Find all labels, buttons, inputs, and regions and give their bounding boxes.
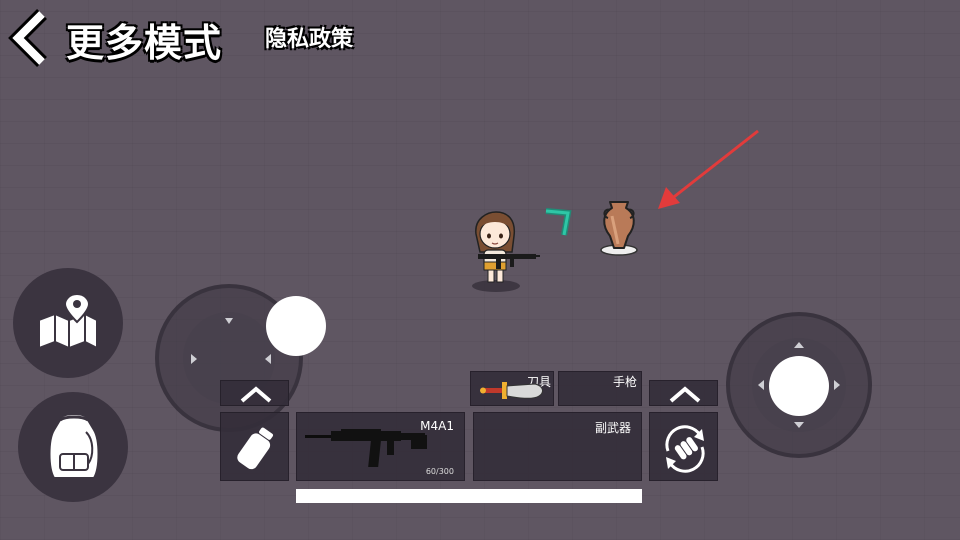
- map-icon: [38, 292, 98, 350]
- player-character: [472, 211, 540, 292]
- expand-items-button[interactable]: [220, 380, 289, 406]
- red-arrow-icon: [658, 129, 759, 209]
- backpack-button[interactable]: [18, 392, 128, 502]
- aim-joystick-knob[interactable]: [769, 356, 829, 416]
- page-title: 更多模式: [66, 21, 223, 65]
- reload-swap-icon: [665, 425, 705, 473]
- reload-swap-button[interactable]: [649, 412, 718, 481]
- secondary-weapon-label: 副武器: [594, 421, 631, 435]
- primary-weapon-ammo: 60/300: [425, 467, 454, 476]
- backpack-icon: [48, 413, 100, 479]
- health-bar-fill: [296, 489, 642, 503]
- vase-icon[interactable]: [596, 196, 642, 258]
- expand-actions-button[interactable]: [649, 380, 718, 406]
- waypoint-chevron-icon: [545, 208, 572, 236]
- knife-icon: [480, 382, 543, 399]
- privacy-policy-link[interactable]: 隐私政策: [265, 21, 353, 53]
- pistol-slot[interactable]: 手枪: [558, 371, 642, 406]
- health-bar: [296, 489, 642, 503]
- pistol-label: 手枪: [612, 375, 637, 389]
- consumable-slot[interactable]: [220, 412, 289, 481]
- back-chevron-icon: [8, 9, 47, 67]
- secondary-weapon-slot[interactable]: 副武器: [473, 412, 642, 481]
- melee-slot[interactable]: 刀具: [470, 371, 554, 406]
- bottle-icon: [237, 427, 273, 470]
- back-button[interactable]: [6, 8, 56, 68]
- primary-weapon-slot[interactable]: M4A1 60/300: [296, 412, 465, 481]
- chevron-up-icon: [669, 386, 701, 403]
- rifle-icon: [305, 429, 427, 467]
- chevron-up-icon: [240, 386, 272, 403]
- move-joystick-knob[interactable]: [266, 296, 326, 356]
- map-button[interactable]: [13, 268, 123, 378]
